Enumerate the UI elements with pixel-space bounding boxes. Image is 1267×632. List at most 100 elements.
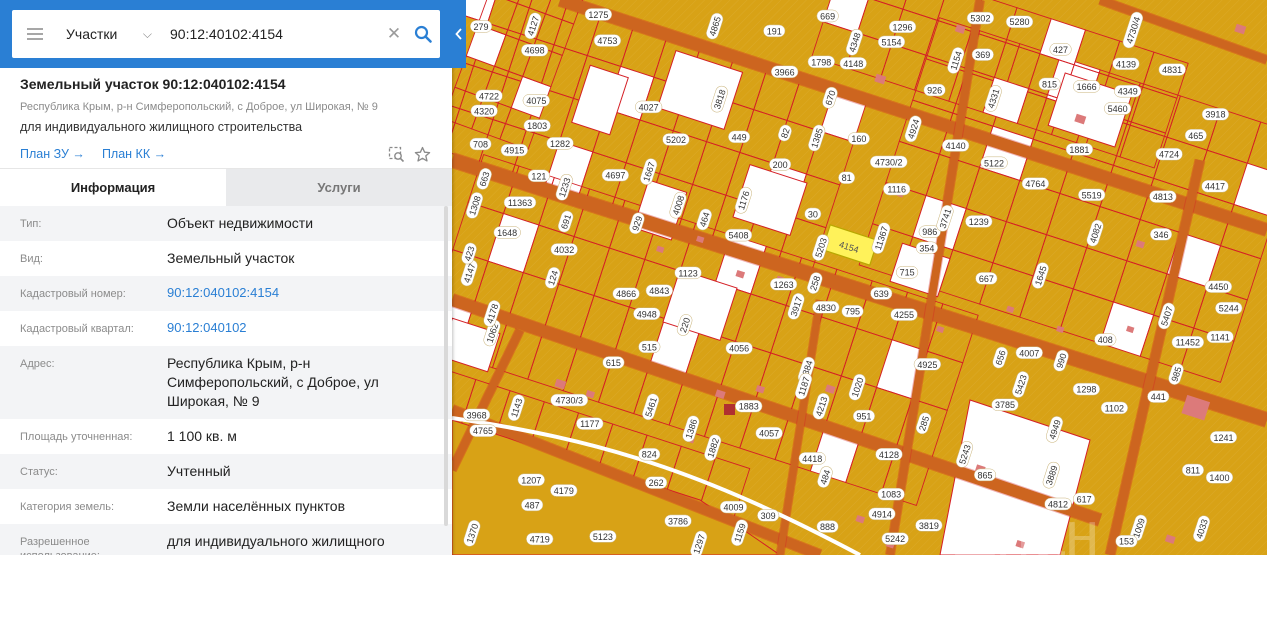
parcel-label: 11363 bbox=[503, 196, 537, 209]
parcel-label-text: 4698 bbox=[525, 46, 545, 56]
parcel-label: 4009 bbox=[719, 500, 748, 514]
parcel-label-text: 4007 bbox=[1019, 348, 1039, 358]
parcel-label: 4925 bbox=[913, 358, 942, 371]
parcel-label-text: 951 bbox=[856, 412, 871, 422]
tabs: Информация Услуги bbox=[0, 168, 452, 206]
parcel-label-text: 615 bbox=[606, 358, 621, 368]
parcel-label: 515 bbox=[638, 340, 661, 354]
info-label: Категория земель: bbox=[20, 500, 115, 513]
parcel-label: 5154 bbox=[877, 35, 906, 49]
parcel-label: 200 bbox=[769, 158, 792, 171]
parcel-label-text: 888 bbox=[820, 522, 835, 532]
collapse-panel-button[interactable] bbox=[452, 0, 466, 68]
cadastral-quarter-link[interactable]: 90:12:040102 bbox=[167, 311, 432, 345]
parcel-label-text: 4719 bbox=[530, 534, 550, 544]
info-label: Статус: bbox=[20, 465, 58, 478]
parcel-label-text: 5280 bbox=[1010, 17, 1030, 27]
parcel-label-text: 449 bbox=[732, 132, 747, 142]
parcel-label-text: 465 bbox=[1188, 131, 1203, 141]
parcel-label: 4764 bbox=[1021, 177, 1050, 190]
parcel-label: 3966 bbox=[770, 65, 799, 79]
parcel-label-text: 5202 bbox=[666, 135, 686, 145]
info-row-type: Тип: Объект недвижимости bbox=[0, 206, 452, 241]
parcel-label-text: 5302 bbox=[970, 14, 990, 24]
parcel-label-text: 4915 bbox=[504, 146, 524, 156]
parcel-label: 4813 bbox=[1149, 190, 1177, 203]
clear-search-button[interactable]: ✕ bbox=[382, 10, 406, 58]
parcel-label-text: 408 bbox=[1098, 335, 1113, 345]
parcel-label-text: 515 bbox=[642, 342, 657, 352]
info-row-cadastral-number: Кадастровый номер: 90:12:040102:4154 bbox=[0, 276, 452, 311]
parcel-label-text: 708 bbox=[473, 140, 488, 150]
parcel-label: 3968 bbox=[462, 408, 491, 422]
parcel-label-text: 865 bbox=[978, 470, 993, 480]
parcel-label: 427 bbox=[1049, 43, 1072, 56]
plan-kk-link[interactable]: План КК → bbox=[102, 147, 166, 161]
parcel-label-text: 262 bbox=[649, 478, 664, 488]
parcel-label-text: 1263 bbox=[774, 280, 794, 290]
parcel-label-text: 824 bbox=[642, 450, 657, 460]
parcel-label: 5280 bbox=[1005, 15, 1034, 28]
parcel-label: 5244 bbox=[1215, 301, 1243, 315]
parcel-label: 153 bbox=[1115, 534, 1138, 548]
search-input[interactable] bbox=[158, 10, 382, 58]
tab-services[interactable]: Услуги bbox=[226, 169, 452, 206]
parcel-label-text: 1141 bbox=[1210, 332, 1229, 342]
parcel-label-text: 153 bbox=[1119, 537, 1134, 547]
parcel-label: 4730/3 bbox=[550, 393, 589, 407]
parcel-label-text: 4831 bbox=[1162, 65, 1182, 75]
tab-information[interactable]: Информация bbox=[0, 169, 226, 206]
parcel-label-text: 4724 bbox=[1159, 150, 1179, 160]
parcel-label-text: 11452 bbox=[1176, 338, 1200, 348]
blank-area bbox=[0, 555, 1267, 632]
info-list: Тип: Объект недвижимости Вид: Земельный … bbox=[0, 206, 452, 555]
plan-zu-link[interactable]: План ЗУ → bbox=[20, 147, 85, 161]
parcel-label: 951 bbox=[852, 409, 875, 423]
hamburger-icon bbox=[27, 33, 43, 35]
parcel-label: 4450 bbox=[1204, 280, 1233, 293]
parcel-label: 121 bbox=[527, 169, 550, 183]
parcel-label: 4418 bbox=[798, 452, 826, 465]
list-scrollbar[interactable] bbox=[444, 206, 448, 526]
parcel-label: 160 bbox=[847, 132, 870, 145]
parcel-label: 5408 bbox=[724, 228, 753, 242]
parcel-label-text: 1881 bbox=[1069, 145, 1089, 155]
parcel-label-text: 1666 bbox=[1077, 82, 1097, 92]
parcel-header: Земельный участок 90:12:040102:4154 Респ… bbox=[0, 68, 452, 168]
menu-button[interactable] bbox=[12, 10, 58, 58]
parcel-label-text: 121 bbox=[531, 171, 546, 181]
parcel-label: 1123 bbox=[674, 266, 702, 280]
info-value: Республика Крым, р-н Симферопольский, с … bbox=[167, 355, 379, 409]
favorite-button[interactable] bbox=[412, 144, 432, 164]
parcel-label-text: 3785 bbox=[995, 400, 1015, 410]
cadastral-number-link[interactable]: 90:12:040102:4154 bbox=[167, 276, 432, 310]
parcel-label: 4830 bbox=[812, 301, 840, 314]
parcel-label: 4843 bbox=[645, 284, 673, 297]
zoom-to-parcel-button[interactable] bbox=[386, 144, 406, 164]
parcel-label-text: 4866 bbox=[616, 289, 636, 299]
parcel-label-text: 4148 bbox=[843, 59, 863, 69]
parcel-label-text: 1298 bbox=[1076, 385, 1096, 395]
parcel-label-text: 4730/3 bbox=[555, 396, 583, 406]
parcel-label: 4140 bbox=[941, 139, 970, 152]
parcel-label-text: 1648 bbox=[497, 228, 517, 238]
parcel-label: 3819 bbox=[915, 519, 943, 532]
parcel-label-text: 309 bbox=[761, 511, 776, 521]
parcel-label-text: 4948 bbox=[637, 309, 657, 319]
parcel-label: 4349 bbox=[1114, 84, 1142, 98]
parcel-label: 811 bbox=[1181, 463, 1204, 477]
search-button[interactable] bbox=[406, 10, 440, 58]
parcel-label: 1239 bbox=[965, 215, 993, 228]
parcel-label-text: 81 bbox=[842, 173, 852, 183]
parcel-label: 4914 bbox=[868, 507, 896, 521]
parcel-label: 369 bbox=[971, 48, 994, 61]
parcel-label: 1883 bbox=[735, 399, 763, 413]
parcel-label: 5460 bbox=[1103, 102, 1132, 115]
info-label: Разрешенное использование: bbox=[20, 535, 100, 555]
parcel-label-text: 4925 bbox=[917, 360, 937, 370]
category-select[interactable]: Участки ⌵ bbox=[58, 10, 158, 58]
chevron-left-icon bbox=[455, 28, 462, 40]
parcel-label-text: 5123 bbox=[593, 532, 613, 542]
parcel-label-text: 160 bbox=[851, 134, 866, 144]
parcel-label-text: 4320 bbox=[474, 106, 494, 116]
